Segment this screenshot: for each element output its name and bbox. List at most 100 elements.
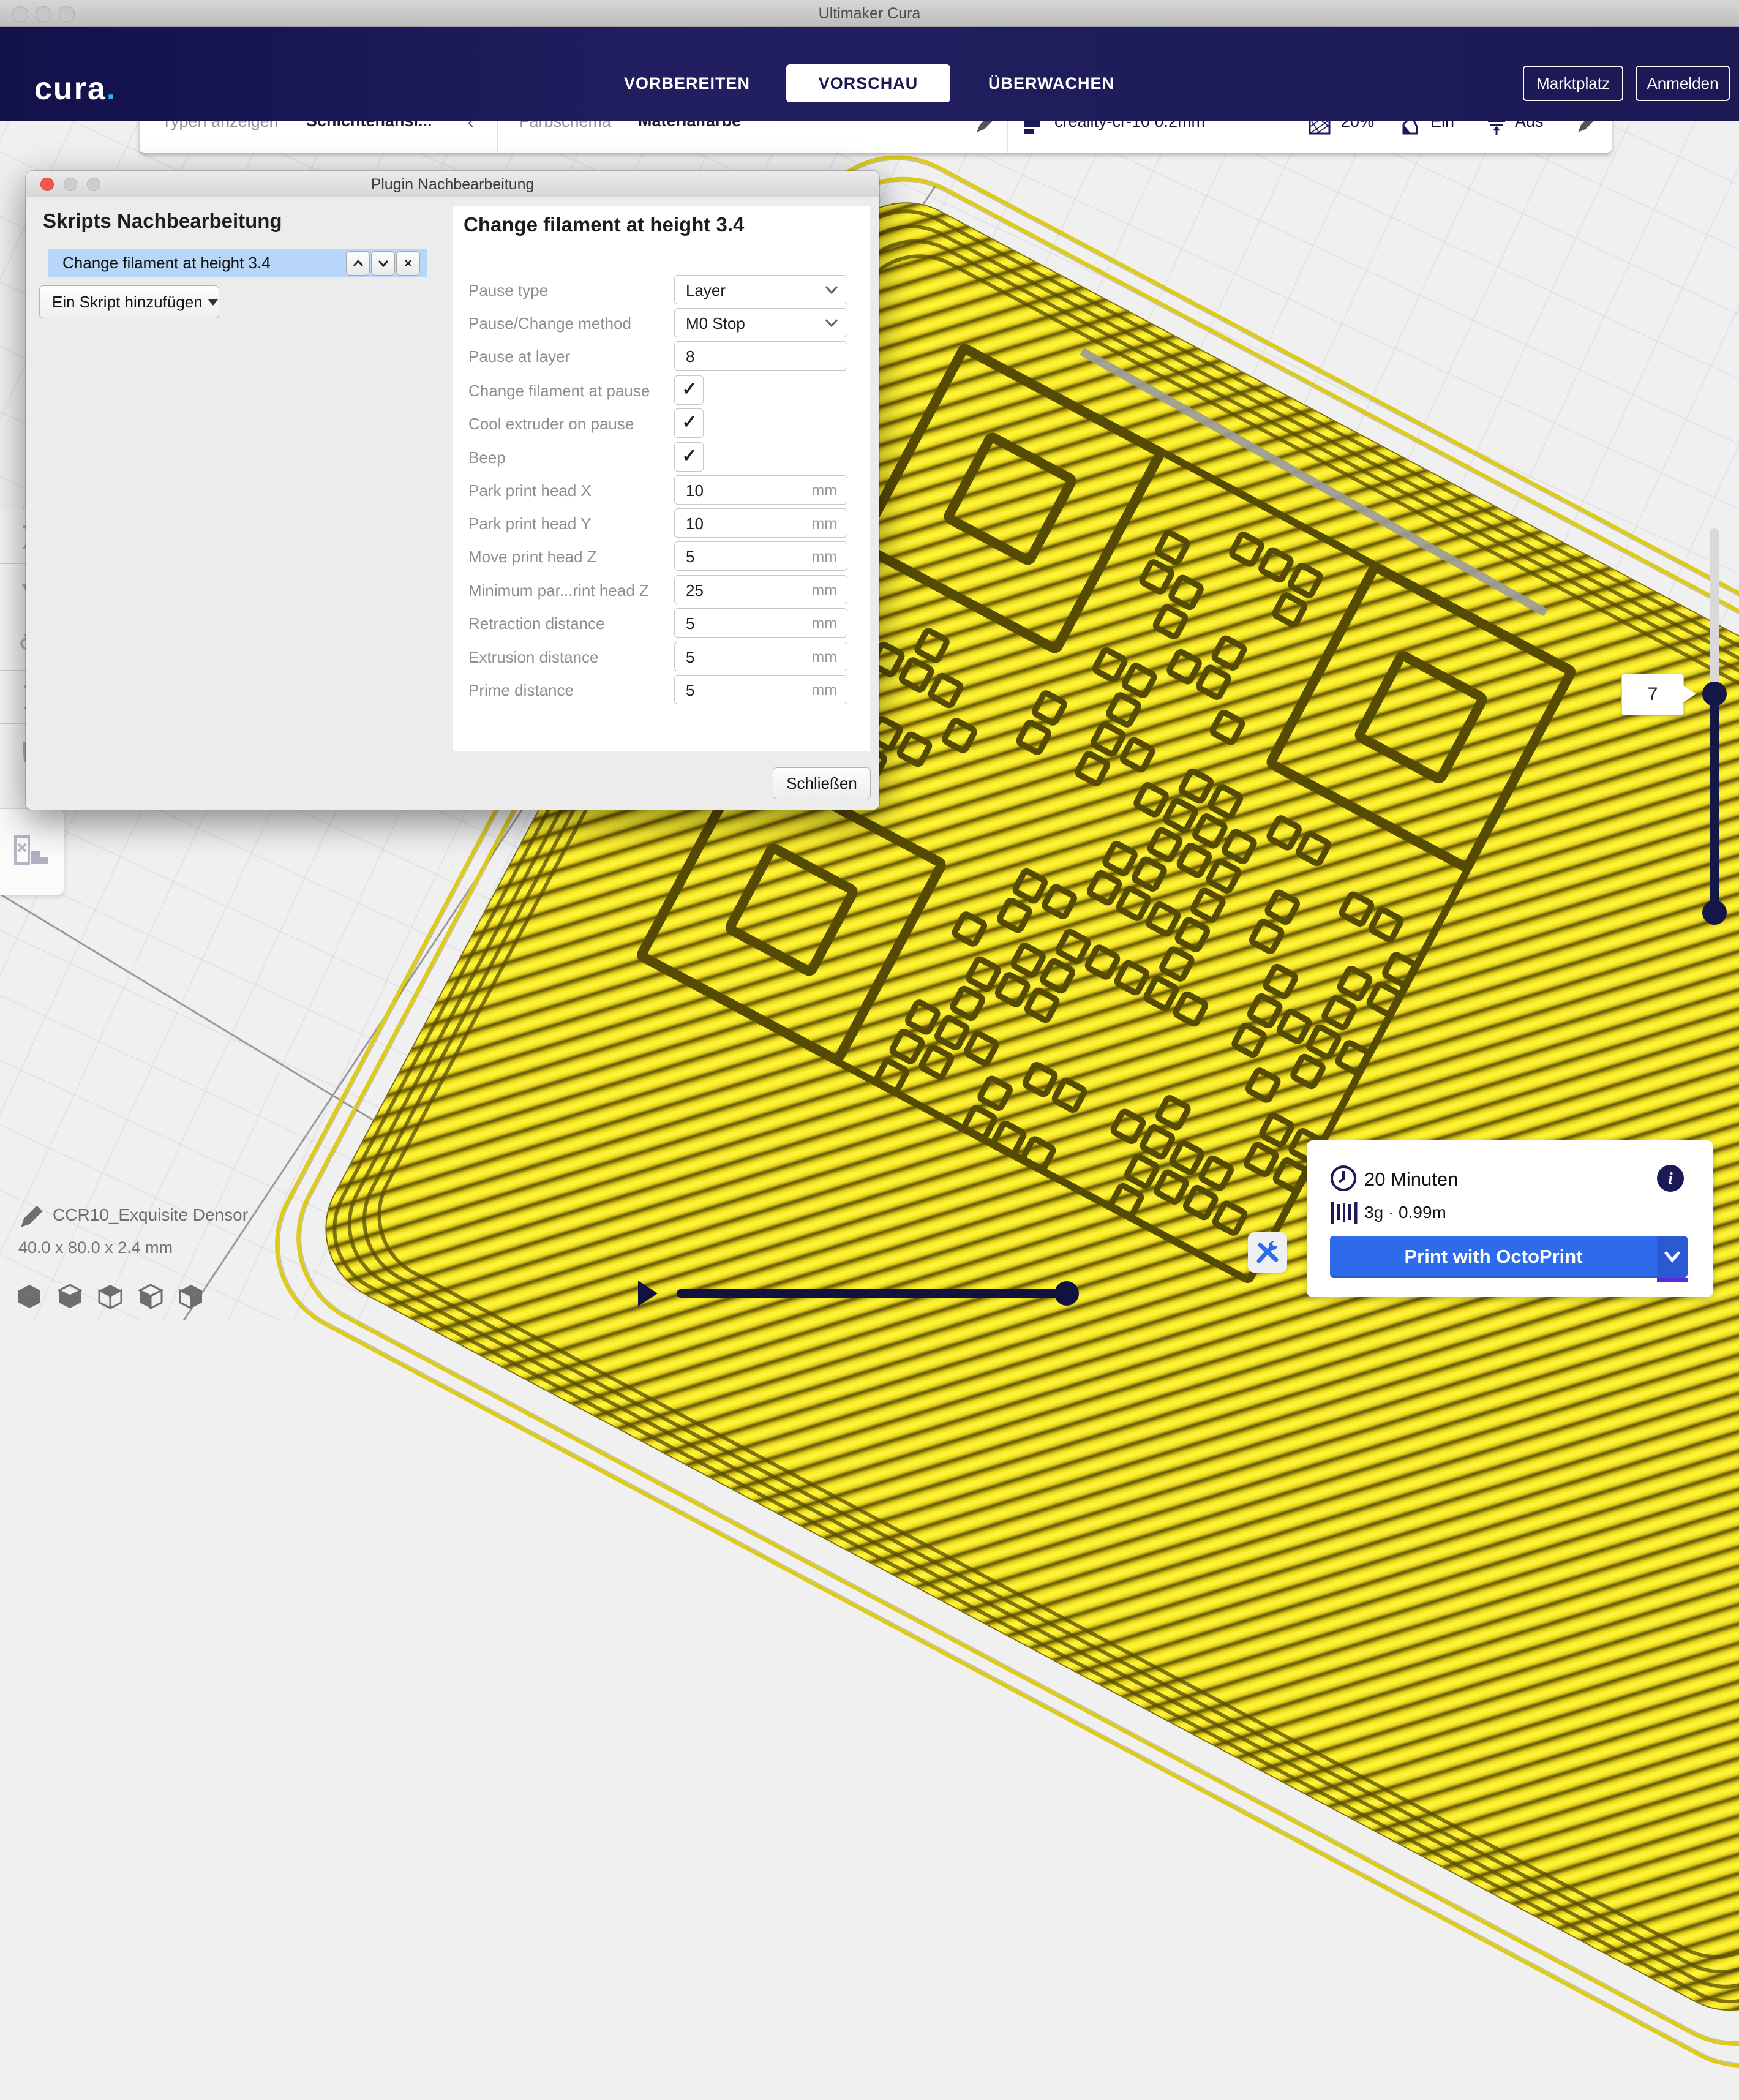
material-spool-icon	[1330, 1199, 1358, 1226]
info-icon[interactable]: i	[1657, 1165, 1684, 1192]
setting-row: Park print head X 10 mm	[453, 475, 870, 505]
setting-input[interactable]: 5 mm	[674, 608, 847, 638]
setting-row: Retraction distance 5 mm	[453, 608, 870, 638]
layer-slider-lower-handle[interactable]	[1702, 900, 1727, 925]
post-processing-tool-button[interactable]	[0, 808, 64, 895]
setting-label: Minimum par...rint head Z	[468, 581, 649, 600]
marketplace-button[interactable]: Marktplatz	[1523, 66, 1623, 101]
setting-checkbox[interactable]: ✓	[674, 408, 704, 438]
window-title: Ultimaker Cura	[0, 5, 1739, 23]
setting-row: Cool extruder on pause ✓	[453, 408, 870, 438]
unit-label: mm	[811, 615, 837, 633]
setting-input[interactable]: 10 mm	[674, 508, 847, 538]
setting-label: Extrusion distance	[468, 648, 598, 667]
setting-row: Park print head Y 10 mm	[453, 508, 870, 538]
setting-checkbox[interactable]: ✓	[674, 442, 704, 472]
tab-vorbereiten[interactable]: VORBEREITEN	[599, 64, 775, 102]
layer-slider-range[interactable]	[1710, 694, 1719, 913]
setting-label: Cool extruder on pause	[468, 415, 634, 434]
setting-label: Change filament at pause	[468, 382, 650, 401]
tab-vorschau[interactable]: VORSCHAU	[786, 64, 950, 102]
window-titlebar: Ultimaker Cura	[0, 0, 1739, 27]
dropdown-triangle-icon	[208, 299, 219, 306]
layer-number-tooltip: 7	[1621, 674, 1684, 715]
remove-script-button[interactable]: ×	[396, 251, 420, 276]
view-xray-cube-icon[interactable]	[58, 1284, 82, 1309]
unit-label: mm	[811, 482, 837, 500]
dialog-titlebar[interactable]: Plugin Nachbearbeitung	[26, 171, 879, 197]
material-usage-estimate: 3g · 0.99m	[1364, 1203, 1446, 1222]
setting-label: Beep	[468, 448, 506, 467]
dropdown-accent-strip	[1657, 1278, 1688, 1282]
model-name[interactable]: CCR10_Exquisite Densor	[53, 1205, 248, 1225]
view-solid-cube-icon[interactable]	[17, 1284, 42, 1309]
move-script-up-button[interactable]	[346, 251, 370, 276]
script-name: Change filament at height 3.4	[62, 254, 271, 273]
setting-input[interactable]: 8	[674, 341, 847, 371]
view-top-cube-icon[interactable]	[179, 1284, 203, 1309]
simulation-timeline-track[interactable]	[677, 1289, 1072, 1298]
view-layers-cube-icon[interactable]	[98, 1284, 122, 1309]
clock-icon	[1329, 1164, 1358, 1193]
scripts-heading: Skripts Nachbearbeitung	[43, 209, 282, 233]
wrench-hammer-icon	[1254, 1239, 1281, 1266]
script-settings-heading: Change filament at height 3.4	[464, 213, 744, 236]
setting-row: Pause type Layer	[453, 275, 870, 304]
setting-label: Pause at layer	[468, 347, 570, 366]
setting-label: Retraction distance	[468, 614, 605, 633]
layer-tooltip-arrow	[1681, 684, 1696, 704]
add-script-button[interactable]: Ein Skript hinzufügen	[39, 285, 219, 318]
setting-row: Pause at layer 8	[453, 341, 870, 371]
chevron-up-icon	[352, 259, 364, 268]
close-dialog-button[interactable]: Schließen	[773, 767, 871, 799]
tab-ueberwachen[interactable]: ÜBERWACHEN	[962, 64, 1141, 102]
machine-settings-button[interactable]	[1248, 1232, 1287, 1273]
setting-row: Change filament at pause ✓	[453, 375, 870, 405]
setting-input[interactable]: 5 mm	[674, 541, 847, 571]
print-time-estimate: 20 Minuten	[1364, 1169, 1458, 1191]
setting-select[interactable]: Layer	[674, 275, 847, 304]
print-with-octoprint-button[interactable]: Print with OctoPrint	[1330, 1236, 1657, 1278]
main-header: cura. VORBEREITEN VORSCHAU ÜBERWACHEN Ma…	[0, 26, 1739, 121]
move-script-down-button[interactable]	[371, 251, 395, 276]
setting-select[interactable]: M0 Stop	[674, 308, 847, 337]
cura-logo: cura.	[34, 70, 116, 107]
setting-row: Minimum par...rint head Z 25 mm	[453, 575, 870, 604]
unit-label: mm	[811, 548, 837, 566]
print-summary-card: 20 Minuten i 3g · 0.99m Print with OctoP…	[1307, 1140, 1713, 1297]
setting-input[interactable]: 5 mm	[674, 675, 847, 704]
signin-button[interactable]: Anmelden	[1636, 66, 1730, 101]
setting-row: Beep ✓	[453, 442, 870, 472]
setting-input[interactable]: 25 mm	[674, 575, 847, 604]
view-left-cube-icon[interactable]	[138, 1284, 163, 1309]
model-dimensions: 40.0 x 80.0 x 2.4 mm	[18, 1238, 173, 1257]
setting-label: Pause type	[468, 281, 548, 300]
setting-checkbox[interactable]: ✓	[674, 375, 704, 405]
setting-row: Move print head Z 5 mm	[453, 541, 870, 571]
setting-input[interactable]: 5 mm	[674, 642, 847, 671]
simulation-timeline-handle[interactable]	[1054, 1281, 1079, 1306]
print-options-dropdown[interactable]	[1657, 1236, 1688, 1278]
setting-row: Extrusion distance 5 mm	[453, 642, 870, 671]
unit-label: mm	[811, 682, 837, 699]
setting-label: Prime distance	[468, 681, 574, 700]
logo-dot: .	[107, 71, 116, 107]
rename-pencil-icon[interactable]	[18, 1203, 45, 1230]
simulation-play-button[interactable]	[638, 1281, 658, 1306]
layer-slider-upper-handle[interactable]	[1702, 682, 1727, 706]
setting-row: Pause/Change method M0 Stop	[453, 308, 870, 337]
unit-label: mm	[811, 649, 837, 666]
setting-label: Park print head Y	[468, 514, 591, 533]
setting-label: Move print head Z	[468, 548, 597, 566]
post-processing-dialog: Plugin Nachbearbeitung Skripts Nachbearb…	[26, 171, 879, 810]
setting-label: Pause/Change method	[468, 314, 631, 333]
dialog-title: Plugin Nachbearbeitung	[26, 176, 879, 194]
stairs-icon	[10, 830, 53, 873]
unit-label: mm	[811, 515, 837, 533]
chevron-down-icon	[377, 259, 389, 268]
chevron-down-icon	[825, 285, 838, 294]
setting-input[interactable]: 10 mm	[674, 475, 847, 505]
script-settings-panel: Change filament at height 3.4 Pause type…	[453, 206, 870, 751]
script-list-item-selected[interactable]: Change filament at height 3.4 ×	[48, 249, 427, 277]
unit-label: mm	[811, 582, 837, 600]
